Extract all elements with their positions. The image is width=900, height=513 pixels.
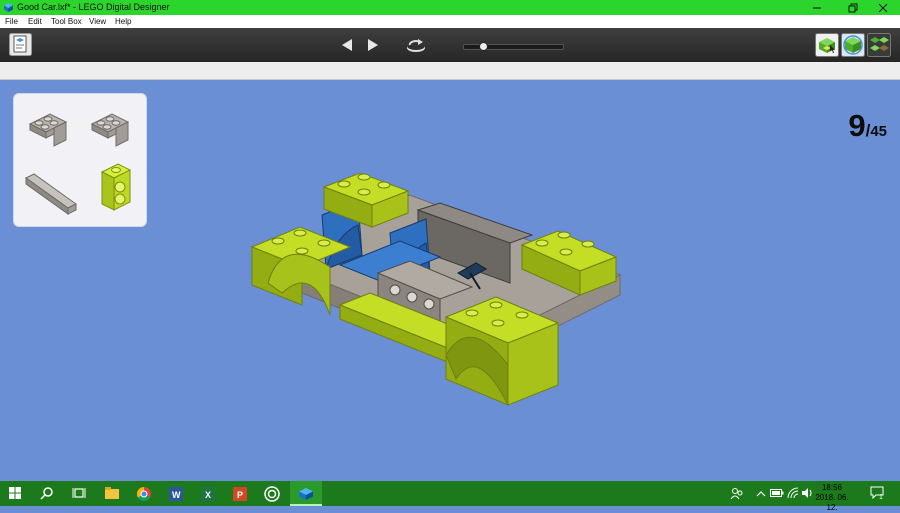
plate-lime-icon bbox=[100, 163, 132, 211]
lego-brick-icon bbox=[4, 3, 13, 12]
view-mode-icon bbox=[841, 33, 865, 57]
current-step: 9 bbox=[848, 108, 866, 143]
menu-edit[interactable]: Edit bbox=[28, 17, 42, 26]
total-steps: 45 bbox=[870, 123, 887, 140]
word-taskbar[interactable]: W bbox=[160, 481, 192, 506]
target-app-icon bbox=[264, 486, 280, 502]
notification-count: 1 bbox=[879, 494, 883, 501]
search-button[interactable] bbox=[32, 481, 64, 506]
guide-mode-icon bbox=[867, 33, 891, 57]
svg-text:P: P bbox=[237, 490, 243, 500]
close-button[interactable] bbox=[868, 0, 898, 15]
minimize-button[interactable] bbox=[802, 0, 832, 15]
task-view-icon bbox=[72, 488, 86, 498]
rotate-view-icon bbox=[407, 39, 425, 52]
next-step-button[interactable] bbox=[366, 38, 380, 57]
guide-mode-button[interactable] bbox=[867, 33, 891, 62]
info-bar bbox=[0, 62, 900, 80]
chevron-up-icon[interactable] bbox=[756, 489, 766, 499]
system-clock[interactable]: 18:56 2018. 06. 12. bbox=[812, 483, 852, 513]
clock-time: 18:56 bbox=[821, 483, 843, 492]
previous-step-icon bbox=[342, 39, 352, 51]
notification-center-button[interactable]: 1 bbox=[870, 486, 886, 502]
menu-toolbox[interactable]: Tool Box bbox=[51, 17, 82, 26]
rotate-view-button[interactable] bbox=[404, 37, 428, 58]
svg-text:W: W bbox=[172, 490, 181, 500]
powerpoint-taskbar[interactable]: P bbox=[224, 481, 256, 506]
menu-help[interactable]: Help bbox=[115, 17, 131, 26]
start-icon bbox=[9, 487, 21, 499]
angle-plate-gray-icon bbox=[90, 113, 130, 147]
next-step-icon bbox=[368, 39, 378, 51]
close-icon bbox=[878, 3, 888, 13]
step-slider-handle[interactable] bbox=[478, 42, 488, 51]
window-title: Good Car.lxf* - LEGO Digital Designer bbox=[17, 2, 170, 12]
wifi-icon[interactable] bbox=[787, 487, 799, 499]
tile-gray-icon bbox=[25, 173, 77, 215]
start-button[interactable] bbox=[0, 481, 32, 506]
lego-designer-icon bbox=[299, 488, 313, 500]
minimize-icon bbox=[813, 7, 821, 9]
chrome-icon bbox=[136, 486, 151, 502]
powerpoint-icon: P bbox=[233, 487, 247, 501]
clock-date: 2018. 06. 12. bbox=[815, 493, 849, 512]
angle-plate-gray-icon bbox=[28, 113, 68, 147]
lego-designer-taskbar[interactable] bbox=[290, 481, 322, 506]
title-bar: Good Car.lxf* - LEGO Digital Designer bbox=[0, 0, 900, 15]
build-mode-icon bbox=[815, 33, 839, 57]
restore-button[interactable] bbox=[838, 0, 868, 15]
toolbar bbox=[0, 28, 900, 62]
people-icon[interactable] bbox=[730, 487, 744, 501]
battery-icon[interactable] bbox=[770, 488, 784, 498]
menu-bar: File Edit Tool Box View Help bbox=[0, 15, 900, 28]
search-icon bbox=[40, 487, 53, 500]
menu-view[interactable]: View bbox=[89, 17, 106, 26]
view-mode-button[interactable] bbox=[841, 33, 865, 62]
task-view-button[interactable] bbox=[64, 481, 96, 506]
file-explorer-icon bbox=[105, 487, 119, 499]
building-guide-icon bbox=[9, 33, 32, 56]
lego-car-model[interactable] bbox=[240, 165, 630, 415]
svg-text:X: X bbox=[205, 490, 211, 500]
parts-needed-panel bbox=[13, 93, 147, 227]
restore-icon bbox=[848, 3, 858, 13]
chrome-taskbar[interactable] bbox=[128, 481, 160, 506]
word-icon: W bbox=[169, 487, 183, 501]
step-counter: 9/45 bbox=[848, 108, 887, 144]
build-mode-button[interactable] bbox=[815, 33, 839, 62]
excel-icon: X bbox=[201, 487, 215, 501]
target-app-taskbar[interactable] bbox=[256, 481, 288, 506]
building-guide-button[interactable] bbox=[9, 33, 32, 61]
menu-file[interactable]: File bbox=[5, 17, 18, 26]
excel-taskbar[interactable]: X bbox=[192, 481, 224, 506]
previous-step-button[interactable] bbox=[340, 38, 354, 57]
file-explorer-taskbar[interactable] bbox=[96, 481, 128, 506]
